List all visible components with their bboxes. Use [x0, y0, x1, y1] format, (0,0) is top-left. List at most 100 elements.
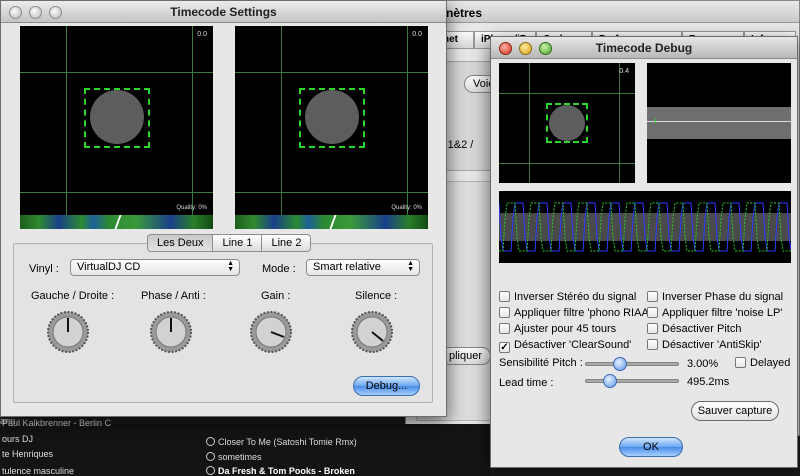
close-icon[interactable] — [499, 42, 512, 55]
table-row[interactable]: Da Fresh & Tom Pooks - Broken — [206, 466, 355, 476]
list-item[interactable]: ours DJ — [2, 434, 33, 449]
timecode-settings-window: Timecode Settings 0.0 Quality: 0% 0.0 Qu… — [0, 0, 447, 417]
save-capture-button[interactable]: Sauver capture — [691, 401, 779, 421]
invert-phase-checkbox[interactable]: Inverser Phase du signal — [647, 291, 783, 305]
zoom-icon[interactable] — [49, 6, 62, 19]
slider-track — [585, 362, 679, 366]
line-tabs: Les Deux Line 1 Line 2 — [147, 234, 312, 252]
minimize-icon[interactable] — [29, 6, 42, 19]
slider-track — [585, 379, 679, 383]
track-status-icon — [206, 466, 215, 475]
scope-target-box — [546, 103, 588, 143]
debug-waveform — [499, 191, 791, 263]
scope-quality: Quality: 0% — [176, 205, 207, 211]
timecode-scope-right: 0.0 Quality: 0% — [235, 26, 428, 217]
checkbox-box — [499, 323, 510, 334]
silence-knob-icon[interactable] — [351, 311, 393, 353]
tab-line-1[interactable]: Line 1 — [213, 234, 263, 252]
riaa-filter-checkbox[interactable]: Appliquer filtre 'phono RIAA' — [499, 307, 647, 321]
pitch-sensitivity-label: Sensibilité Pitch : — [499, 357, 583, 369]
checkbox-label: Appliquer filtre 'noise LP' — [662, 307, 783, 319]
disable-pitch-checkbox[interactable]: Désactiver Pitch — [647, 323, 741, 337]
zoom-icon[interactable] — [539, 42, 552, 55]
vinyl-label: Vinyl : — [29, 263, 59, 275]
checkbox-box — [735, 357, 746, 368]
track-title: Closer To Me (Satoshi Tomie Rmx) — [218, 437, 357, 447]
scope-target-box — [84, 88, 150, 148]
track-title: sometimes — [218, 452, 262, 462]
lead-time-value: 495.2ms — [687, 376, 730, 388]
debug-level-display — [647, 63, 791, 183]
scope-value: 0.0 — [412, 31, 422, 38]
window-title: Timecode Settings — [170, 5, 277, 19]
knob-label-gain: Gain : — [261, 290, 291, 302]
knob-label-balance: Gauche / Droite : — [31, 290, 115, 302]
checkbox-label: Inverser Stéréo du signal — [514, 291, 637, 303]
waveform-graph — [499, 202, 791, 252]
disable-antiskip-checkbox[interactable]: Désactiver 'AntiSkip' — [647, 339, 762, 353]
checkbox-label: Appliquer filtre 'phono RIAA' — [514, 307, 647, 319]
delayed-checkbox[interactable]: Delayed — [735, 357, 790, 371]
mode-select-value: Smart relative — [313, 261, 381, 273]
checkbox-box — [647, 339, 658, 350]
scope-value: 0.4 — [619, 68, 629, 75]
updown-arrows-icon: ▲ ▼ — [227, 260, 234, 273]
list-item[interactable]: Paul Kalkbrenner - Berlin C — [2, 418, 111, 433]
checkbox-box — [499, 307, 510, 318]
ok-button[interactable]: OK — [619, 437, 683, 457]
list-item[interactable]: te Henriques — [2, 449, 53, 464]
timecode-scope-left: 0.0 Quality: 0% — [20, 26, 213, 217]
disable-clearsound-checkbox[interactable]: ✓ Désactiver 'ClearSound' — [499, 339, 631, 353]
checkbox-label: Delayed — [750, 357, 791, 369]
table-row[interactable]: Closer To Me (Satoshi Tomie Rmx) — [206, 437, 357, 452]
checkbox-box — [647, 323, 658, 334]
checkbox-label: Inverser Phase du signal — [662, 291, 784, 303]
minimize-icon[interactable] — [519, 42, 532, 55]
gain-knob-icon[interactable] — [250, 311, 292, 353]
phase-knob-icon[interactable] — [150, 311, 192, 353]
checkmark-icon: ✓ — [499, 342, 510, 353]
checkbox-label: Désactiver 'AntiSkip' — [662, 339, 762, 351]
pitch-sensitivity-value: 3.00% — [687, 358, 719, 370]
debug-titlebar: Timecode Debug — [491, 37, 797, 59]
signal-strip-right — [235, 215, 428, 229]
parametres-title: nètres — [406, 1, 799, 23]
list-item[interactable]: tulence masculine — [2, 466, 74, 476]
track-title: Da Fresh & Tom Pooks - Broken — [218, 466, 355, 476]
checkbox-box — [647, 291, 658, 302]
checkbox-label: Ajuster pour 45 tours — [514, 323, 617, 335]
scope-quality: Quality: 0% — [391, 205, 422, 211]
checkbox-box — [647, 307, 658, 318]
balance-knob-icon[interactable] — [47, 311, 89, 353]
knob-label-phase: Phase / Anti : — [141, 290, 206, 302]
vinyl-select-value: VirtualDJ CD — [77, 261, 141, 273]
checkbox-box — [499, 291, 510, 302]
tab-line-2[interactable]: Line 2 — [262, 234, 312, 252]
lead-time-slider[interactable] — [585, 374, 679, 388]
invert-stereo-checkbox[interactable]: Inverser Stéréo du signal — [499, 291, 636, 305]
close-icon[interactable] — [9, 6, 22, 19]
mode-select[interactable]: Smart relative ▲ ▼ — [306, 259, 420, 276]
vinyl-select[interactable]: VirtualDJ CD ▲ ▼ — [70, 259, 240, 276]
timecode-debug-window: Timecode Debug 0.4 Inverser Stéréo du si… — [490, 36, 798, 468]
tab-les-deux[interactable]: Les Deux — [147, 234, 214, 252]
debug-button[interactable]: Debug... — [353, 376, 420, 396]
scope-value: 0.0 — [197, 31, 207, 38]
noise-lp-checkbox[interactable]: Appliquer filtre 'noise LP' — [647, 307, 795, 321]
slider-thumb[interactable] — [613, 357, 627, 371]
debug-scope: 0.4 — [499, 63, 635, 183]
slider-thumb[interactable] — [603, 374, 617, 388]
signal-strip-left — [20, 215, 213, 229]
checkbox-label: Désactiver 'ClearSound' — [514, 339, 632, 351]
knob-label-silence: Silence : — [355, 290, 398, 302]
apply-button[interactable]: pliquer — [440, 347, 492, 365]
settings-titlebar: Timecode Settings — [1, 1, 446, 23]
checkbox-label: Désactiver Pitch — [662, 323, 742, 335]
track-status-icon — [206, 437, 215, 446]
scope-target-box — [299, 88, 365, 148]
pitch-sensitivity-slider[interactable] — [585, 357, 679, 371]
window-title: Timecode Debug — [595, 41, 693, 55]
updown-arrows-icon: ▲ ▼ — [407, 260, 414, 273]
table-row[interactable]: sometimes — [206, 452, 262, 467]
adjust-45-checkbox[interactable]: Ajuster pour 45 tours — [499, 323, 616, 337]
